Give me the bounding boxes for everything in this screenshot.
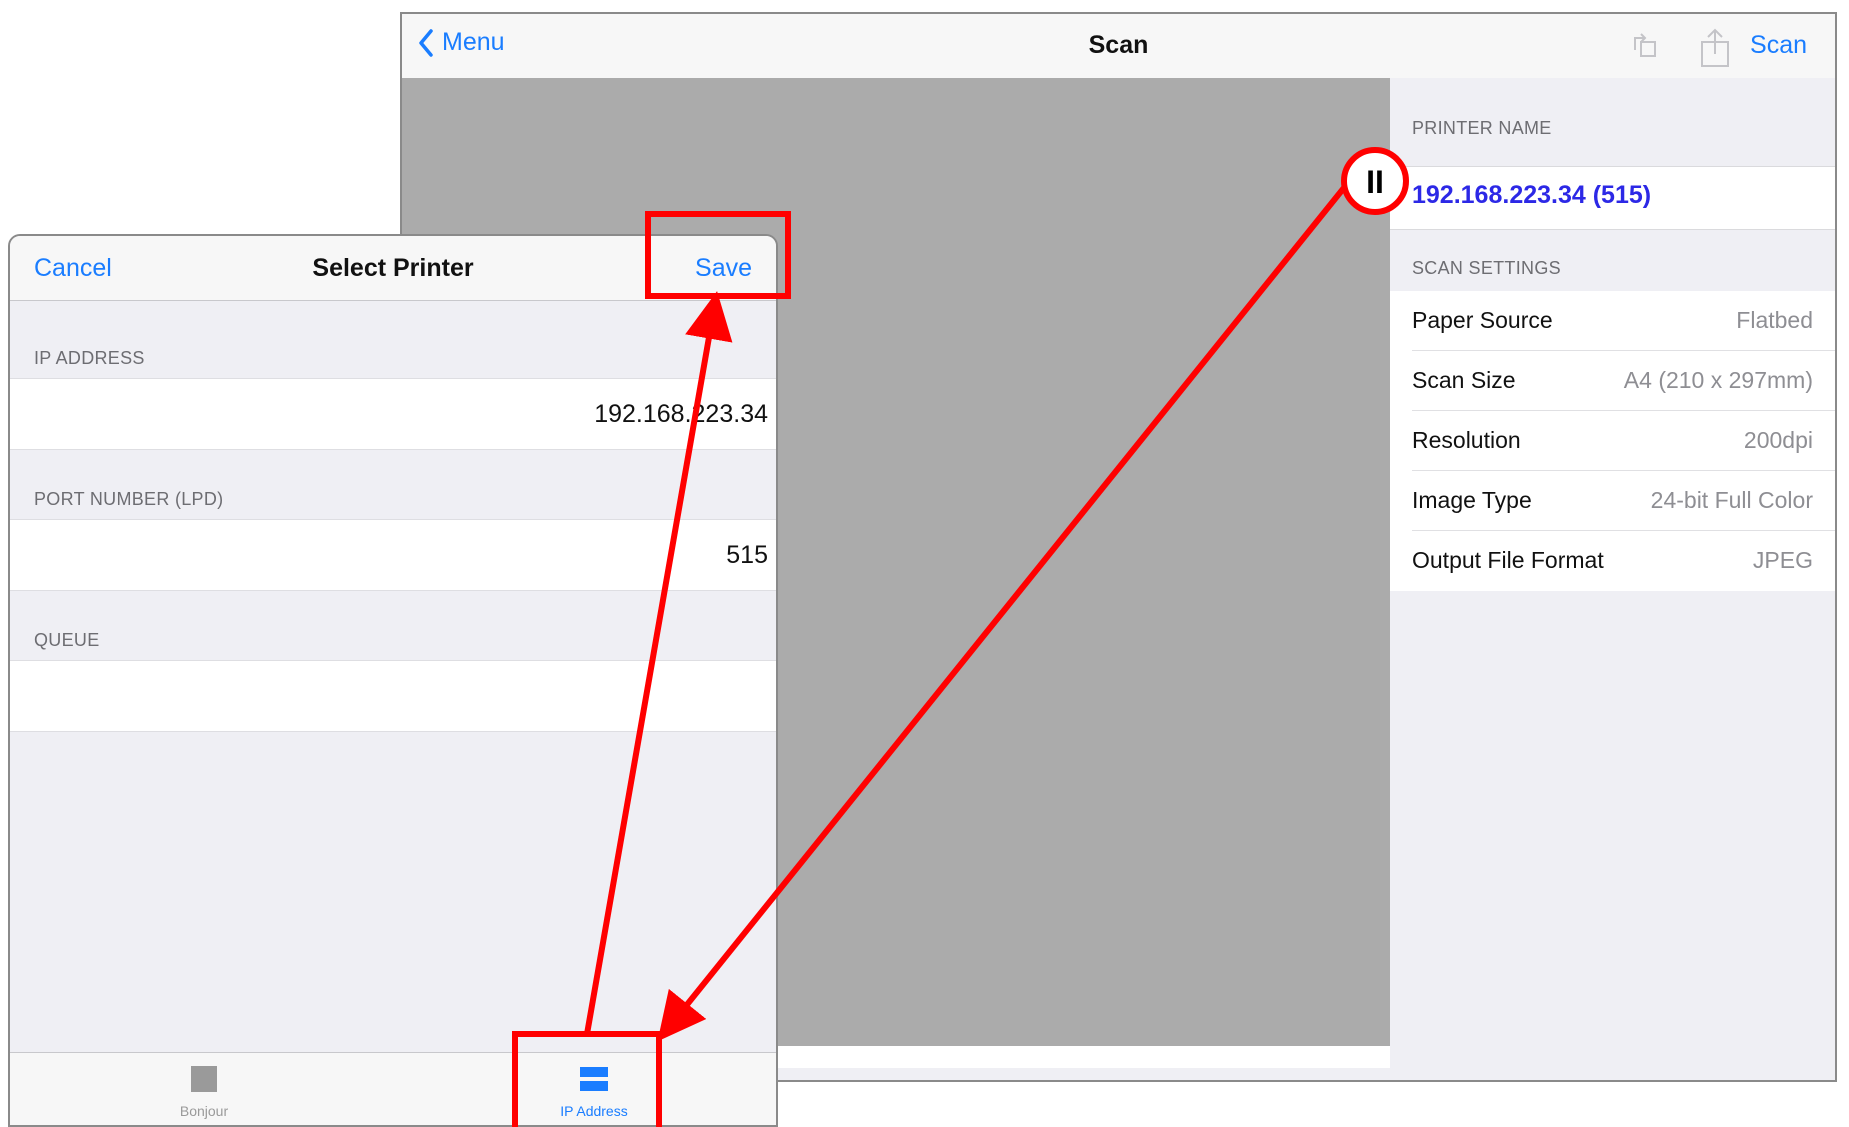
setting-label: Output File Format bbox=[1412, 547, 1604, 573]
ip-address-row bbox=[10, 378, 776, 450]
select-printer-title: Select Printer bbox=[312, 254, 474, 282]
select-printer-dialog: Cancel Select Printer Save IP ADDRESS PO… bbox=[8, 234, 778, 1127]
printer-name-value: 192.168.223.34 (515) bbox=[1412, 181, 1652, 209]
rotate-icon[interactable] bbox=[1627, 28, 1663, 64]
bonjour-square-icon bbox=[191, 1066, 217, 1092]
share-icon[interactable] bbox=[1698, 28, 1732, 68]
scan-settings-header: SCAN SETTINGS bbox=[1412, 258, 1561, 278]
tab-bar: Bonjour IP Address bbox=[10, 1052, 776, 1125]
tab-ip-address-label: IP Address bbox=[560, 1103, 628, 1119]
port-number-field[interactable] bbox=[30, 534, 770, 576]
setting-row-image-type[interactable]: Image Type 24-bit Full Color bbox=[1390, 471, 1835, 531]
queue-field[interactable] bbox=[30, 675, 770, 717]
setting-value: JPEG bbox=[1752, 547, 1813, 573]
scan-button[interactable]: Scan bbox=[1750, 31, 1807, 60]
port-number-row bbox=[10, 519, 776, 591]
queue-header: QUEUE bbox=[34, 630, 100, 650]
setting-row-scan-size[interactable]: Scan Size A4 (210 x 297mm) bbox=[1390, 351, 1835, 411]
setting-value: 24-bit Full Color bbox=[1650, 487, 1813, 513]
setting-label: Resolution bbox=[1412, 427, 1521, 453]
setting-value: Flatbed bbox=[1736, 307, 1813, 333]
printer-name-row[interactable]: 192.168.223.34 (515) bbox=[1390, 166, 1835, 230]
ip-address-bars-icon bbox=[580, 1067, 608, 1091]
setting-label: Paper Source bbox=[1412, 307, 1553, 333]
scan-settings-panel: PRINTER NAME 192.168.223.34 (515) SCAN S… bbox=[1390, 78, 1835, 1080]
tab-ip-address[interactable]: IP Address bbox=[494, 1053, 694, 1125]
select-printer-nav-bar: Cancel Select Printer Save bbox=[10, 236, 776, 301]
tab-bonjour[interactable]: Bonjour bbox=[104, 1053, 304, 1125]
scan-title: Scan bbox=[1088, 31, 1149, 59]
setting-row-resolution[interactable]: Resolution 200dpi bbox=[1390, 411, 1835, 471]
save-button[interactable]: Save bbox=[695, 254, 752, 283]
setting-label: Scan Size bbox=[1412, 367, 1516, 393]
setting-label: Image Type bbox=[1412, 487, 1532, 513]
printer-name-header: PRINTER NAME bbox=[1412, 118, 1552, 138]
port-number-header: PORT NUMBER (LPD) bbox=[34, 489, 224, 509]
setting-value: A4 (210 x 297mm) bbox=[1623, 367, 1813, 393]
setting-value: 200dpi bbox=[1743, 427, 1813, 453]
setting-row-paper-source[interactable]: Paper Source Flatbed bbox=[1390, 291, 1835, 351]
ip-address-header: IP ADDRESS bbox=[34, 348, 145, 368]
tab-bonjour-label: Bonjour bbox=[179, 1103, 229, 1119]
queue-row bbox=[10, 660, 776, 732]
setting-row-output-file-format[interactable]: Output File Format JPEG bbox=[1390, 531, 1835, 591]
ip-address-field[interactable] bbox=[30, 393, 770, 435]
scan-nav-bar: Menu Scan Scan bbox=[402, 14, 1835, 79]
